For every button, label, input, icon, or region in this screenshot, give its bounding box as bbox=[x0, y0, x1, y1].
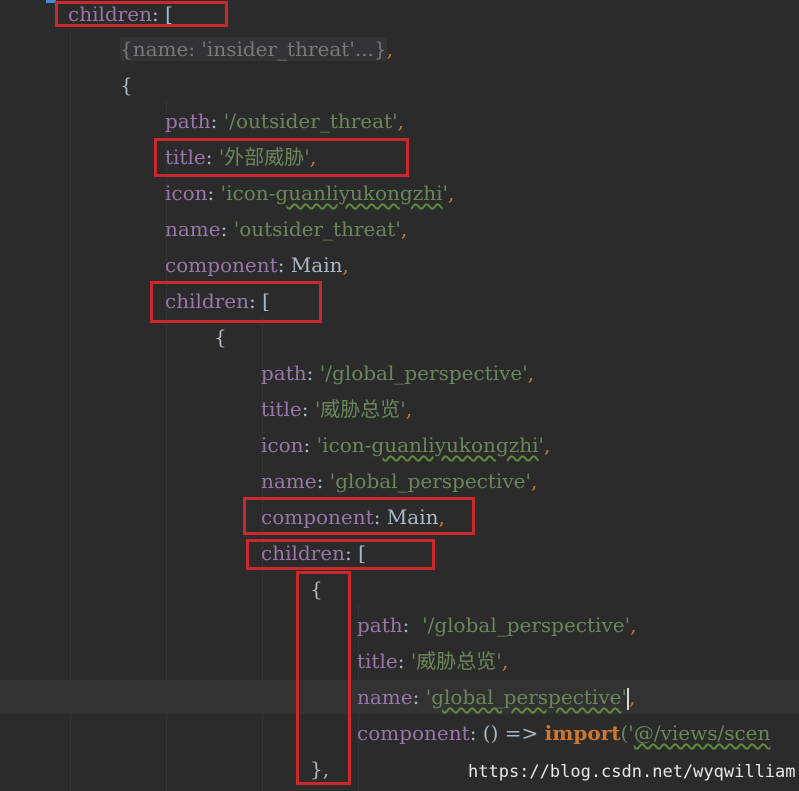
code-property-value: '威胁总览' bbox=[410, 649, 502, 673]
code-arrow-function: () => bbox=[482, 721, 545, 745]
code-property-key: name bbox=[261, 469, 317, 493]
code-separator: : bbox=[397, 649, 411, 673]
code-property-value-spellcheck: @/views/scen bbox=[633, 721, 771, 745]
code-property-key: component bbox=[357, 721, 470, 745]
highlight-box-children bbox=[246, 539, 435, 570]
code-property-value: 'outsider_threat' bbox=[233, 217, 401, 241]
code-property-value: Main bbox=[290, 253, 343, 277]
highlight-box-children bbox=[55, 1, 228, 27]
highlight-box-children bbox=[150, 281, 322, 323]
code-line[interactable]: name: 'global_perspective', bbox=[357, 679, 635, 715]
code-property-value: '/global_perspective' bbox=[422, 613, 631, 637]
code-line[interactable]: {name: 'insider_threat'...}, bbox=[120, 31, 393, 67]
code-separator: : bbox=[220, 217, 234, 241]
code-punctuation: , bbox=[544, 433, 551, 457]
code-property-key: path bbox=[165, 109, 211, 133]
code-separator: : bbox=[210, 109, 224, 133]
code-editor[interactable]: children: [{name: 'insider_threat'...},{… bbox=[0, 0, 799, 791]
code-property-value: '威胁总览' bbox=[314, 397, 406, 421]
code-punctuation: , bbox=[342, 253, 349, 277]
code-property-value: (' bbox=[620, 721, 634, 745]
code-keyword: import bbox=[544, 721, 621, 745]
highlight-box-title bbox=[154, 138, 409, 177]
code-line[interactable]: path: '/global_perspective', bbox=[261, 355, 534, 391]
code-property-key: name bbox=[165, 217, 221, 241]
code-brace: { bbox=[120, 73, 133, 97]
code-line[interactable]: title: '威胁总览', bbox=[261, 391, 412, 427]
code-line[interactable]: { bbox=[120, 67, 133, 103]
watermark-url: https://blog.csdn.net/wyqwilliam bbox=[468, 762, 796, 782]
code-punctuation: , bbox=[386, 37, 393, 61]
code-property-key: name bbox=[357, 685, 413, 709]
code-line[interactable]: path: '/outsider_threat', bbox=[165, 103, 404, 139]
code-property-key: title bbox=[261, 397, 302, 421]
code-property-value-spellcheck: guanliyukongzhi bbox=[275, 181, 443, 205]
code-punctuation: , bbox=[501, 649, 509, 673]
code-separator: : bbox=[303, 433, 317, 457]
code-separator: : bbox=[469, 721, 483, 745]
code-separator: : bbox=[412, 685, 426, 709]
code-punctuation: , bbox=[405, 397, 413, 421]
code-line[interactable]: { bbox=[214, 319, 227, 355]
code-property-key: icon bbox=[165, 181, 208, 205]
code-punctuation: , bbox=[630, 613, 637, 637]
indent-guide bbox=[70, 30, 72, 791]
code-property-value: '/global_perspective' bbox=[319, 361, 528, 385]
code-property-value: 'global_perspective' bbox=[329, 469, 531, 493]
code-property-key: component bbox=[165, 253, 278, 277]
code-line[interactable]: component: Main, bbox=[165, 247, 349, 283]
code-property-key: path bbox=[357, 613, 403, 637]
code-line[interactable]: title: '威胁总览', bbox=[357, 643, 508, 679]
folded-code-block: {name: 'insider_threat'...} bbox=[120, 37, 387, 61]
code-punctuation: , bbox=[397, 109, 404, 133]
code-line[interactable]: icon: 'icon-guanliyukongzhi', bbox=[261, 427, 550, 463]
code-line[interactable]: name: 'outsider_threat', bbox=[165, 211, 407, 247]
code-separator: : bbox=[277, 253, 291, 277]
code-punctuation: , bbox=[527, 361, 535, 385]
code-property-value: 'icon- bbox=[220, 181, 276, 205]
code-punctuation: , bbox=[530, 469, 538, 493]
code-separator: : bbox=[301, 397, 315, 421]
code-punctuation: , bbox=[400, 217, 408, 241]
code-brace: { bbox=[214, 325, 227, 349]
highlight-box-child-object bbox=[296, 571, 351, 785]
code-punctuation: , bbox=[448, 181, 455, 205]
code-property-value: 'icon- bbox=[316, 433, 372, 457]
code-line[interactable]: name: 'global_perspective', bbox=[261, 463, 537, 499]
code-line[interactable]: path: '/global_perspective', bbox=[357, 607, 636, 643]
code-property-key: title bbox=[357, 649, 398, 673]
code-property-value-spellcheck: global_perspective bbox=[431, 685, 622, 709]
code-property-value-spellcheck: guanliyukongzhi bbox=[371, 433, 539, 457]
code-separator: : bbox=[402, 613, 423, 637]
code-property-value: '/outsider_threat' bbox=[223, 109, 398, 133]
code-punctuation: , bbox=[628, 685, 636, 709]
code-property-key: icon bbox=[261, 433, 304, 457]
highlight-box-component bbox=[243, 497, 475, 535]
code-line[interactable]: icon: 'icon-guanliyukongzhi', bbox=[165, 175, 454, 211]
code-property-key: path bbox=[261, 361, 307, 385]
code-separator: : bbox=[306, 361, 320, 385]
code-separator: : bbox=[207, 181, 221, 205]
code-separator: : bbox=[316, 469, 330, 493]
code-line[interactable]: component: () => import('@/views/scen bbox=[357, 715, 770, 751]
